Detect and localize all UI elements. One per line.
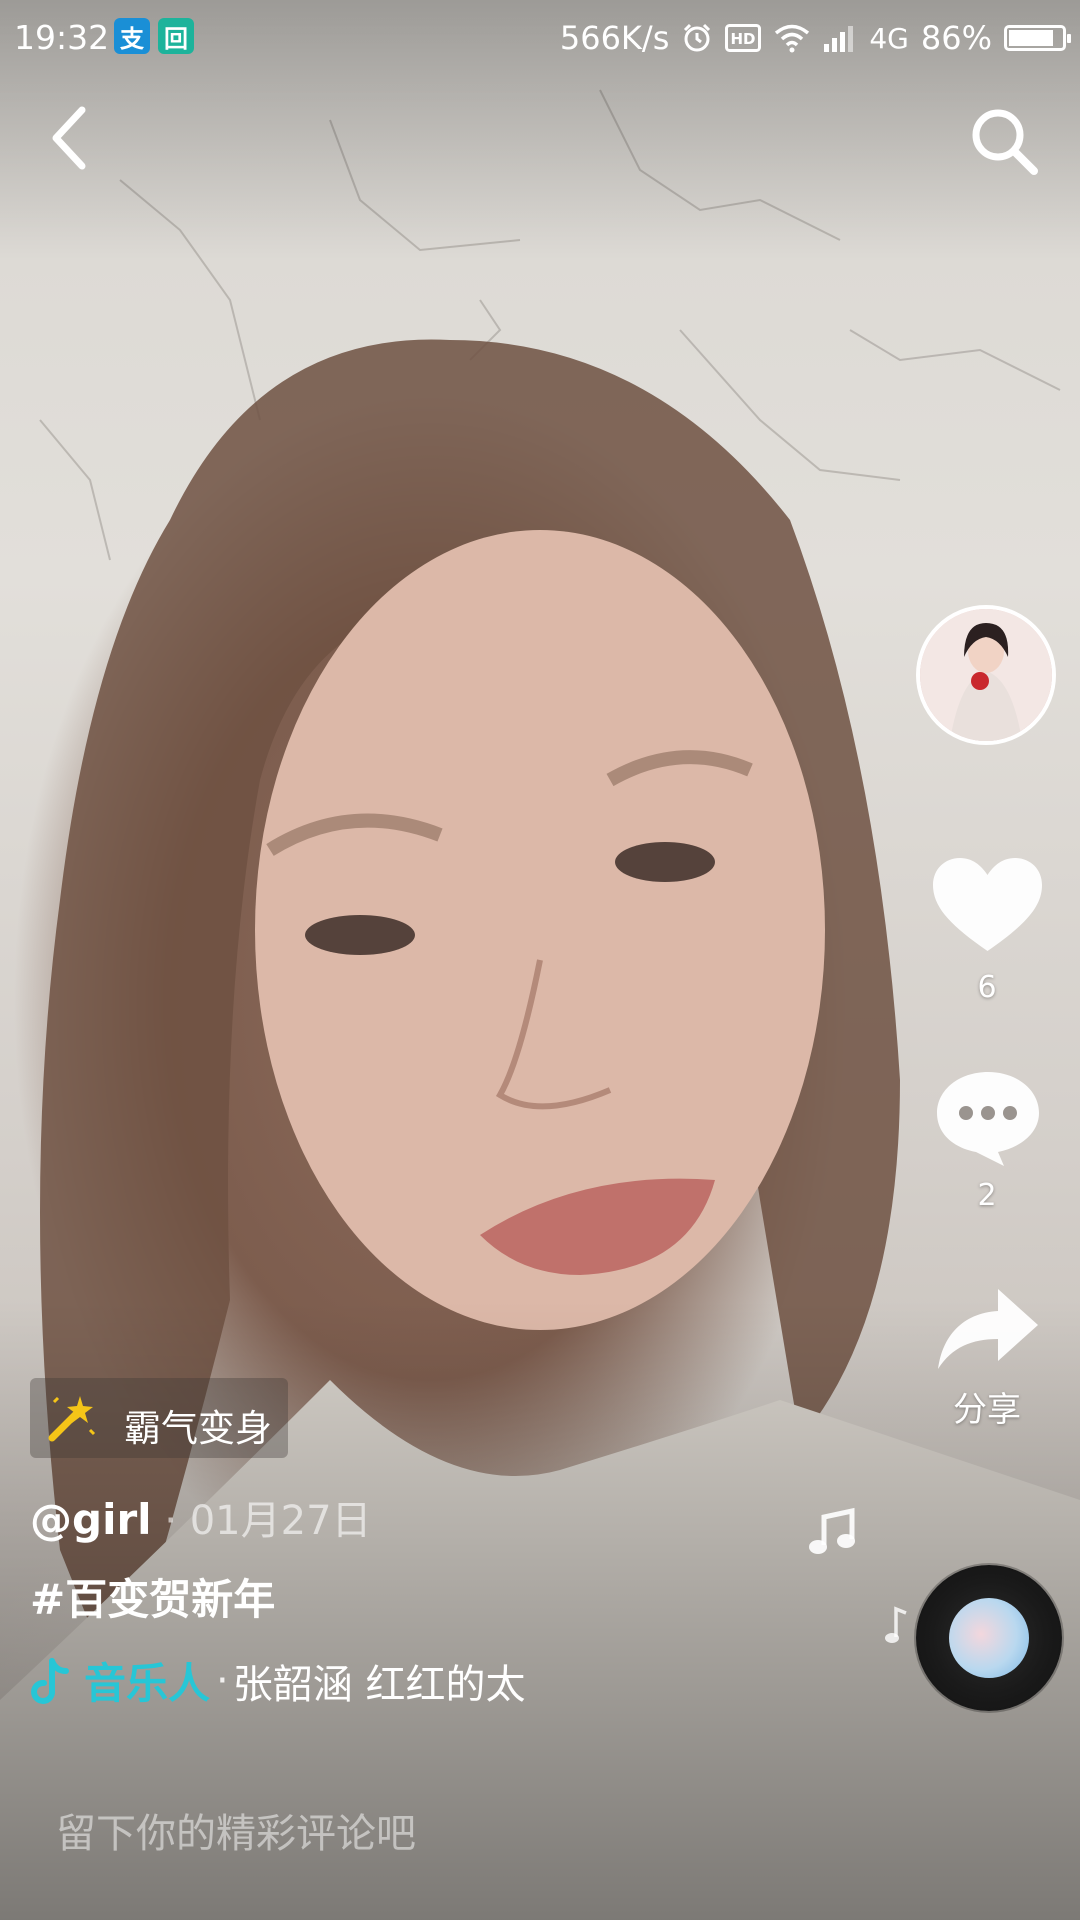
alipay-icon: 支	[114, 18, 150, 54]
music-separator: ·	[216, 1657, 229, 1704]
effect-tag[interactable]: 霸气变身	[30, 1378, 288, 1458]
magic-wand-icon	[48, 1396, 96, 1442]
music-title: 张韶涵 红红的太	[232, 1661, 526, 1708]
scan-app-icon: 回	[158, 18, 194, 54]
comment-icon	[937, 1072, 1039, 1166]
post-date: · 01月27日	[151, 1498, 372, 1544]
music-note-small-icon	[885, 1606, 907, 1643]
status-indicators: 566K/s HD 4G 86%	[559, 16, 1071, 60]
battery-level	[1009, 30, 1054, 46]
share-button[interactable]	[934, 1285, 1042, 1373]
music-artist-label: 音乐人	[84, 1659, 211, 1708]
svg-text:HD: HD	[731, 30, 756, 48]
author-avatar[interactable]	[916, 605, 1056, 745]
alarm-icon	[681, 22, 713, 54]
search-button[interactable]	[968, 105, 1040, 177]
network-type: 4G	[869, 21, 909, 55]
chevron-left-icon	[52, 106, 86, 170]
status-time: 19:32	[14, 18, 110, 57]
music-disc-button[interactable]	[916, 1565, 1062, 1711]
hd-icon: HD	[725, 24, 762, 52]
like-button[interactable]	[930, 855, 1045, 955]
music-info[interactable]: 音乐人 · 张韶涵 红红的太	[30, 1650, 525, 1711]
author-handle[interactable]: @girl	[30, 1495, 152, 1544]
like-count: 6	[977, 970, 997, 1005]
share-label: 分享	[953, 1390, 1021, 1430]
network-speed: 566K/s	[559, 19, 670, 57]
author-line: @girl · 01月27日	[30, 1488, 372, 1546]
music-note-icon	[809, 1507, 855, 1554]
battery-icon	[1004, 25, 1071, 51]
tiktok-note-icon	[31, 1657, 69, 1704]
signal-icon	[823, 24, 857, 52]
wifi-icon	[773, 23, 811, 53]
comment-input[interactable]	[56, 1802, 896, 1866]
music-cover-image	[949, 1598, 1029, 1678]
video-feed-screen: 19:32 支 回 566K/s HD 4G 86% 6 2 分享 霸气变身 @…	[0, 0, 1080, 1920]
avatar-image	[920, 609, 1052, 741]
comment-count: 2	[977, 1178, 997, 1213]
heart-icon	[933, 858, 1042, 951]
share-arrow-icon	[938, 1289, 1038, 1369]
hashtag-link[interactable]: #百变贺新年	[30, 1566, 275, 1627]
back-button[interactable]	[40, 100, 100, 176]
effect-label: 霸气变身	[124, 1407, 272, 1450]
battery-percent: 86%	[920, 19, 992, 57]
status-bar: 19:32 支 回 566K/s HD 4G 86%	[0, 0, 1080, 78]
search-icon	[972, 109, 1038, 175]
comment-button[interactable]	[934, 1068, 1042, 1168]
